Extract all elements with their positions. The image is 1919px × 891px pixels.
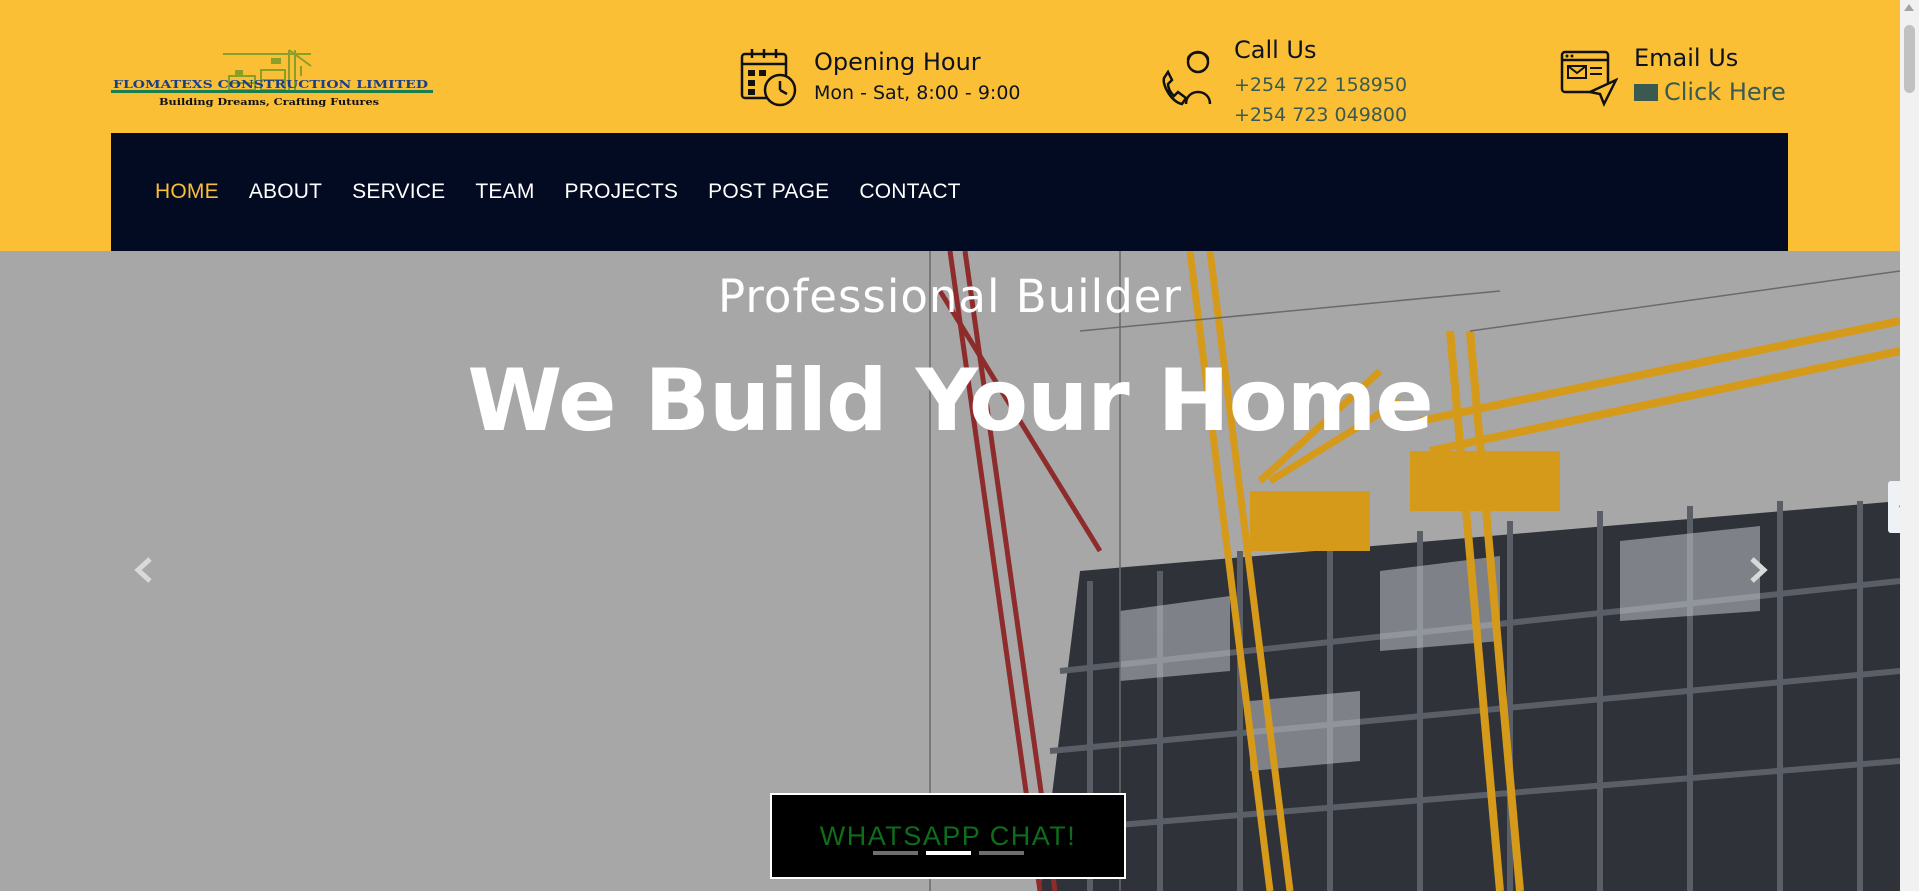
svg-text:Building Dreams, Crafting Futu: Building Dreams, Crafting Futures (159, 98, 379, 108)
carousel-prev-icon[interactable] (130, 555, 160, 585)
svg-text:FLOMATEXS CONSTRUCTION LIMITED: FLOMATEXS CONSTRUCTION LIMITED (113, 78, 429, 91)
email-window-icon (1560, 50, 1618, 108)
whatsapp-chat-button[interactable]: WHATSAPP CHAT! (770, 793, 1126, 879)
carousel-indicator-2[interactable] (926, 851, 971, 855)
email-us-title: Email Us (1634, 44, 1739, 72)
carousel-next-icon[interactable] (1742, 555, 1772, 585)
carousel-indicators (873, 851, 1032, 855)
envelope-icon (1634, 83, 1658, 101)
opening-hour-block: Opening Hour Mon - Sat, 8:00 - 9:00 (740, 48, 1021, 108)
email-click-here-link[interactable]: Click Here (1634, 78, 1786, 106)
company-logo[interactable]: FLOMATEXS CONSTRUCTION LIMITED Building … (111, 48, 433, 114)
carousel-indicator-3[interactable] (979, 851, 1024, 855)
phone-number-1[interactable]: +254 722 158950 (1234, 70, 1407, 100)
scroll-up-arrow-icon[interactable] (1904, 4, 1914, 11)
opening-hour-title: Opening Hour (814, 48, 981, 76)
scroll-thumb[interactable] (1904, 25, 1915, 93)
hero-carousel: Professional Builder We Build Your Home … (0, 251, 1900, 891)
calendar-clock-icon (740, 49, 797, 107)
opening-hour-text: Mon - Sat, 8:00 - 9:00 (814, 82, 1021, 104)
nav-list: HOME ABOUT SERVICE TEAM PROJECTS POST PA… (155, 180, 991, 204)
hero-subtitle: Professional Builder (718, 270, 1182, 323)
page-scrollbar[interactable] (1900, 0, 1919, 891)
email-link-label: Click Here (1664, 78, 1786, 106)
main-nav: HOME ABOUT SERVICE TEAM PROJECTS POST PA… (111, 133, 1788, 251)
phone-support-icon (1162, 50, 1212, 106)
nav-item-about[interactable]: ABOUT (249, 180, 322, 204)
hero-title: We Build Your Home (467, 351, 1433, 451)
whatsapp-chat-label: WHATSAPP CHAT! (819, 820, 1077, 851)
phone-number-2[interactable]: +254 723 049800 (1234, 100, 1407, 130)
carousel-indicator-1[interactable] (873, 851, 918, 855)
nav-item-team[interactable]: TEAM (475, 180, 534, 204)
nav-item-service[interactable]: SERVICE (352, 180, 445, 204)
page: FLOMATEXS CONSTRUCTION LIMITED Building … (0, 0, 1900, 891)
call-us-block: Call Us +254 722 158950 +254 723 049800 (1160, 36, 1407, 130)
nav-item-post-page[interactable]: POST PAGE (708, 180, 829, 204)
nav-item-projects[interactable]: PROJECTS (565, 180, 679, 204)
nav-item-home[interactable]: HOME (155, 180, 219, 204)
call-us-title: Call Us (1234, 36, 1317, 64)
email-us-block: Email Us Click Here (1560, 44, 1786, 108)
nav-item-contact[interactable]: CONTACT (859, 180, 960, 204)
